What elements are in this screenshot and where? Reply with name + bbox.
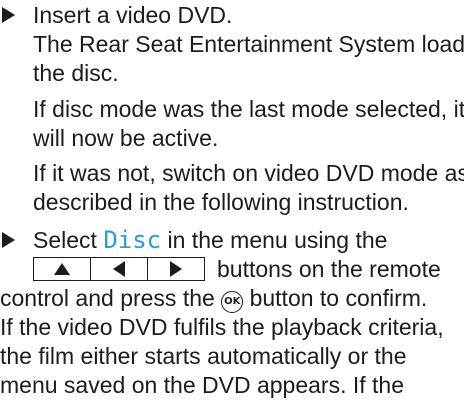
step2-line-5: the film either starts automatically or …: [0, 343, 407, 369]
bullet-icon: [2, 232, 15, 248]
step1-line-7: described in the following instruction.: [33, 189, 409, 215]
bullet-icon: [2, 7, 15, 23]
menu-item-disc: Disc: [103, 226, 162, 254]
select-prefix-text: Select: [33, 227, 104, 253]
step2-line-6: menu saved on the DVD appears. If the: [0, 372, 405, 398]
buttons-suffix-text: buttons on the remote: [217, 256, 441, 282]
left-arrow-button-icon: [90, 258, 147, 280]
control-prefix-text: control and press the: [0, 285, 215, 311]
select-suffix-text: in the menu using the: [161, 227, 388, 253]
ok-button-icon: OK: [221, 291, 244, 313]
step1-line-6: If it was not, switch on video DVD mode …: [33, 160, 464, 186]
step2-line-3: control and press the OK button to confi…: [0, 285, 427, 313]
step1-line-2: The Rear Seat Entertainment System loads: [33, 31, 464, 57]
control-suffix-text: button to confirm.: [249, 285, 428, 311]
step1-line-4: If disc mode was the last mode selected,…: [33, 96, 464, 122]
instruction-page: Insert a video DVD. The Rear Seat Entert…: [0, 0, 464, 402]
step2-line-4: If the video DVD fulfils the playback cr…: [0, 314, 444, 340]
remote-button-group: [33, 257, 205, 281]
step2-line-1: Select Disc in the menu using the: [33, 227, 387, 254]
step1-line-1: Insert a video DVD.: [33, 2, 233, 28]
step1-line-5: will now be active.: [33, 125, 219, 151]
up-arrow-button-icon: [34, 258, 90, 280]
right-arrow-button-icon: [147, 258, 204, 280]
step1-line-3: the disc.: [33, 60, 119, 86]
buttons-line: buttons on the remote: [0, 256, 464, 283]
